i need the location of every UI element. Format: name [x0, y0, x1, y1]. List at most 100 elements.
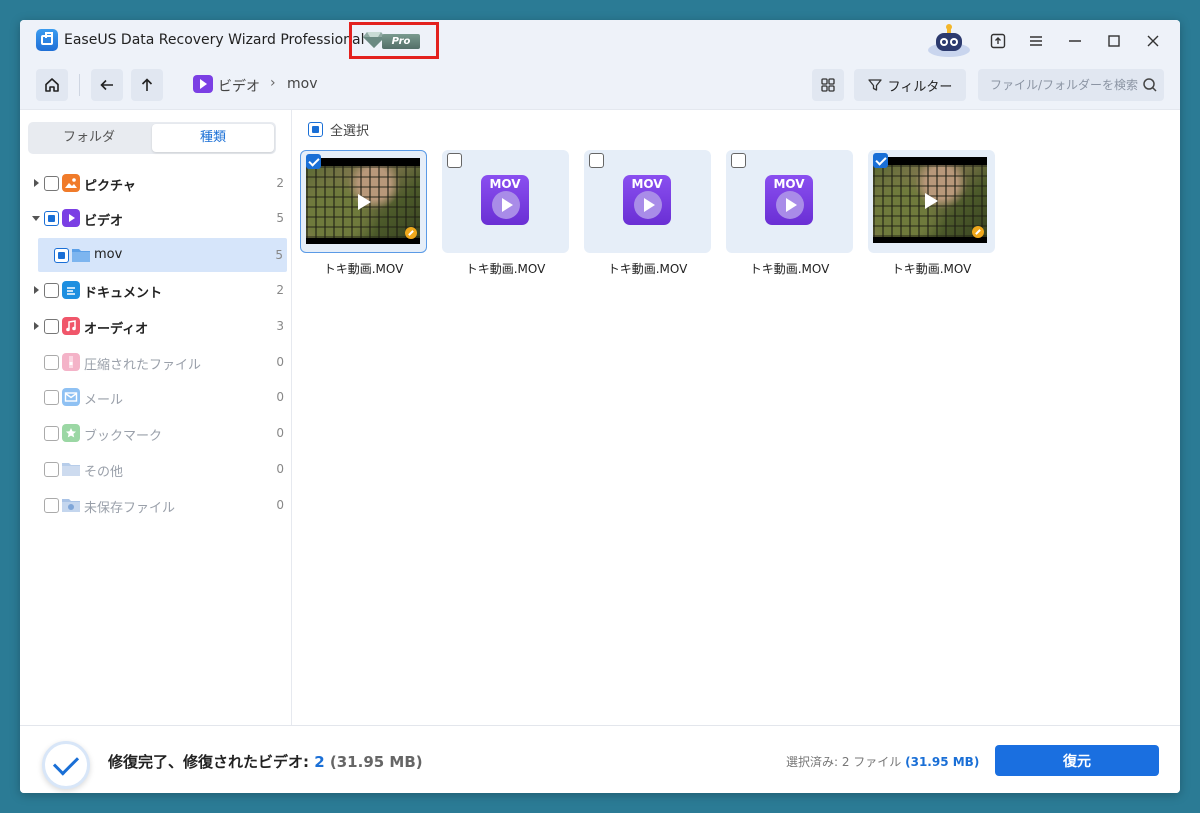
sidebar-item-unsaved[interactable]: 未保存ファイル 0: [20, 488, 292, 522]
category-checkbox[interactable]: [44, 355, 59, 370]
category-checkbox[interactable]: [44, 426, 59, 441]
breadcrumb-mov[interactable]: mov: [287, 76, 318, 92]
sidebar-item-audio[interactable]: オーディオ 3: [20, 309, 292, 343]
navigation-bar: ビデオ › mov フィルター: [20, 62, 1180, 110]
category-count: 0: [276, 390, 284, 404]
file-grid-panel: 全選択 トキ動画.MOV MOV トキ動画.MOV MOV トキ動画.MOV M…: [292, 110, 1180, 725]
filter-button[interactable]: フィルター: [854, 69, 966, 101]
category-checkbox[interactable]: [44, 390, 59, 405]
category-checkbox[interactable]: [54, 248, 69, 263]
sidebar-item-other[interactable]: その他 0: [20, 452, 292, 486]
maximize-icon[interactable]: [1102, 29, 1126, 53]
file-tile[interactable]: [868, 150, 995, 253]
play-icon: [634, 191, 662, 219]
category-count: 0: [276, 498, 284, 512]
sidebar-item-video[interactable]: ビデオ 5: [20, 201, 292, 235]
file-name: トキ動画.MOV: [891, 262, 972, 276]
file-tile[interactable]: MOV: [726, 150, 853, 253]
status-count: 2: [314, 753, 325, 771]
search-icon[interactable]: [1142, 77, 1158, 93]
sidebar: フォルダ 種類 ピクチャ 2 ビデオ 5 mov 5 ドキュメント 2 オーディ…: [20, 110, 292, 725]
category-label: ブックマーク: [84, 429, 163, 444]
sidebar-item-documents[interactable]: ドキュメント 2: [20, 273, 292, 307]
file-name: トキ動画.MOV: [323, 262, 404, 276]
upload-icon[interactable]: [986, 29, 1010, 53]
mov-label: MOV: [631, 177, 663, 191]
category-label: 圧縮されたファイル: [84, 358, 202, 373]
sidebar-item-mov[interactable]: mov 5: [38, 238, 287, 272]
tab-type[interactable]: 種類: [152, 124, 274, 152]
back-button[interactable]: [91, 69, 123, 101]
file-checkbox[interactable]: [306, 154, 321, 169]
select-all[interactable]: 全選択: [308, 120, 369, 139]
file-checkbox[interactable]: [731, 153, 746, 168]
category-count: 5: [276, 211, 284, 225]
category-checkbox[interactable]: [44, 498, 59, 513]
video-thumbnail: [306, 158, 420, 244]
filter-label: フィルター: [887, 79, 953, 95]
category-label: その他: [84, 465, 124, 480]
category-checkbox[interactable]: [44, 319, 59, 334]
minimize-icon[interactable]: [1063, 29, 1087, 53]
status-text: 修復完了、修復されたビデオ:: [108, 753, 315, 771]
search-box[interactable]: [978, 69, 1164, 101]
category-checkbox[interactable]: [44, 462, 59, 477]
other-folder-icon: [62, 463, 80, 476]
assistant-avatar-icon[interactable]: [926, 24, 972, 58]
close-icon[interactable]: [1141, 29, 1165, 53]
category-checkbox[interactable]: [44, 211, 59, 226]
sidebar-item-bookmarks[interactable]: ブックマーク 0: [20, 416, 292, 450]
app-logo-icon: [36, 29, 58, 51]
file-name: トキ動画.MOV: [465, 262, 546, 276]
category-label: ピクチャ: [84, 179, 136, 194]
expand-arrow-icon[interactable]: [34, 322, 39, 330]
file-checkbox[interactable]: [873, 153, 888, 168]
mov-label: MOV: [489, 177, 521, 191]
category-label: mov: [94, 247, 123, 262]
category-count: 2: [276, 283, 284, 297]
file-tile[interactable]: [300, 150, 427, 253]
view-toggle-button[interactable]: [812, 69, 844, 101]
category-checkbox[interactable]: [44, 176, 59, 191]
file-tile[interactable]: MOV: [442, 150, 569, 253]
breadcrumb-video[interactable]: ビデオ: [218, 76, 260, 96]
file-tile[interactable]: MOV: [584, 150, 711, 253]
up-button[interactable]: [131, 69, 163, 101]
category-checkbox[interactable]: [44, 283, 59, 298]
category-label: メール: [84, 393, 124, 408]
category-label: ビデオ: [84, 214, 124, 229]
selection-info: 選択済み: 2 ファイル (31.95 MB): [786, 753, 979, 770]
file-name: トキ動画.MOV: [749, 262, 830, 276]
expand-arrow-icon[interactable]: [34, 179, 39, 187]
category-label: ドキュメント: [84, 286, 163, 301]
file-name: トキ動画.MOV: [607, 262, 688, 276]
recover-button[interactable]: 復元: [995, 745, 1159, 776]
mov-label: MOV: [773, 177, 805, 191]
app-window: EaseUS Data Recovery Wizard Professional…: [20, 20, 1180, 793]
home-button[interactable]: [36, 69, 68, 101]
video-icon: [193, 75, 213, 93]
checkmark-icon: [42, 741, 90, 789]
sidebar-item-mail[interactable]: メール 0: [20, 380, 292, 414]
arrow-left-icon: [100, 79, 113, 91]
view-mode-tabs: フォルダ 種類: [28, 122, 276, 154]
tab-folder[interactable]: フォルダ: [30, 124, 148, 152]
file-checkbox[interactable]: [589, 153, 604, 168]
select-all-checkbox[interactable]: [308, 121, 323, 137]
mov-file-icon: MOV: [481, 175, 529, 225]
expand-arrow-icon[interactable]: [34, 286, 39, 294]
audio-icon: [62, 317, 80, 335]
sidebar-item-archives[interactable]: 圧縮されたファイル 0: [20, 345, 292, 379]
sidebar-item-pictures[interactable]: ピクチャ 2: [20, 166, 292, 200]
category-count: 0: [276, 462, 284, 476]
title-bar: EaseUS Data Recovery Wizard Professional…: [20, 20, 1180, 62]
category-label: 未保存ファイル: [84, 501, 176, 516]
file-checkbox[interactable]: [447, 153, 462, 168]
home-icon: [45, 78, 59, 92]
document-icon: [62, 281, 80, 299]
menu-icon[interactable]: [1024, 29, 1048, 53]
search-input[interactable]: [978, 69, 1138, 101]
collapse-arrow-icon[interactable]: [32, 216, 40, 221]
chevron-right-icon: ›: [270, 75, 276, 91]
video-thumbnail: [873, 157, 987, 243]
